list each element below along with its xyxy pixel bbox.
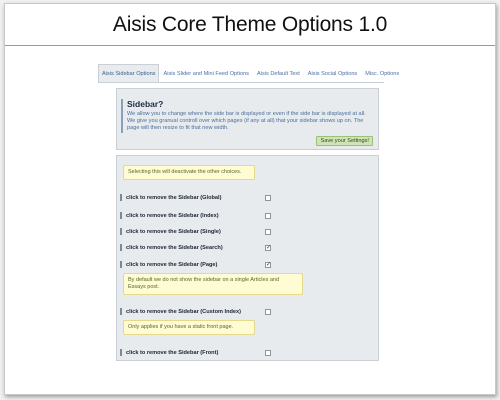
option-row-single: click to remove the Sidebar (Single)	[120, 227, 375, 236]
option-row-index: click to remove the Sidebar (Index)	[120, 211, 375, 220]
option-label-custom-index: click to remove the Sidebar (Custom Inde…	[126, 308, 242, 315]
option-row-custom-index: click to remove the Sidebar (Custom Inde…	[120, 307, 375, 316]
checkbox-page[interactable]: ✓	[265, 261, 271, 268]
row-marker	[120, 261, 122, 268]
section-title: Sidebar?	[127, 99, 164, 109]
option-label-search: click to remove the Sidebar (Search)	[126, 244, 223, 251]
tab-social-options[interactable]: Aisis Social Options	[304, 64, 361, 82]
section-description: We allow you to change where the side ba…	[127, 111, 366, 131]
tab-default-text[interactable]: Aisis Default Text	[253, 64, 304, 82]
checkbox-search[interactable]: ✓	[265, 244, 271, 251]
option-row-global: click to remove the Sidebar (Global)	[120, 193, 375, 202]
checkbox-single[interactable]	[265, 228, 271, 235]
note-static-front: Only applies if you have a static front …	[123, 320, 255, 335]
note-deactivate: Selecting this will deactivate the other…	[123, 165, 255, 180]
checkbox-front[interactable]	[265, 349, 271, 356]
sidebar-options-panel: Selecting this will deactivate the other…	[116, 155, 379, 361]
row-marker	[120, 212, 122, 219]
page-title: Aisis Core Theme Options 1.0	[112, 12, 388, 36]
row-marker	[120, 228, 122, 235]
page-header: Aisis Core Theme Options 1.0	[5, 4, 495, 46]
option-label-single: click to remove the Sidebar (Single)	[126, 228, 221, 235]
save-settings-button[interactable]: Save your Settings!	[316, 136, 373, 146]
option-label-page: click to remove the Sidebar (Page)	[126, 261, 218, 268]
option-row-front: click to remove the Sidebar (Front)	[120, 348, 375, 357]
option-row-page: click to remove the Sidebar (Page) ✓	[120, 260, 375, 269]
row-marker	[120, 244, 122, 251]
tab-slider-mini-feed-options[interactable]: Aisis Slider and Mini Feed Options	[159, 64, 253, 82]
checkbox-global[interactable]	[265, 194, 271, 201]
options-tabs: Aisis Sidebar Options Aisis Slider and M…	[98, 64, 399, 82]
option-label-index: click to remove the Sidebar (Index)	[126, 212, 219, 219]
tabs-divider	[98, 82, 384, 83]
option-row-search: click to remove the Sidebar (Search) ✓	[120, 243, 375, 252]
row-marker	[120, 194, 122, 201]
checkbox-index[interactable]	[265, 212, 271, 219]
tab-sidebar-options[interactable]: Aisis Sidebar Options	[98, 64, 160, 82]
intro-accent-bar	[121, 99, 123, 133]
note-page-default: By default we do not show the sidebar on…	[123, 273, 303, 295]
sidebar-intro-panel: Sidebar? We allow you to change where th…	[116, 88, 379, 150]
tab-misc-options[interactable]: Misc. Options	[361, 64, 403, 82]
option-label-front: click to remove the Sidebar (Front)	[126, 349, 219, 356]
option-label-global: click to remove the Sidebar (Global)	[126, 194, 222, 201]
row-marker	[120, 308, 122, 315]
checkbox-custom-index[interactable]	[265, 308, 271, 315]
row-marker	[120, 349, 122, 356]
